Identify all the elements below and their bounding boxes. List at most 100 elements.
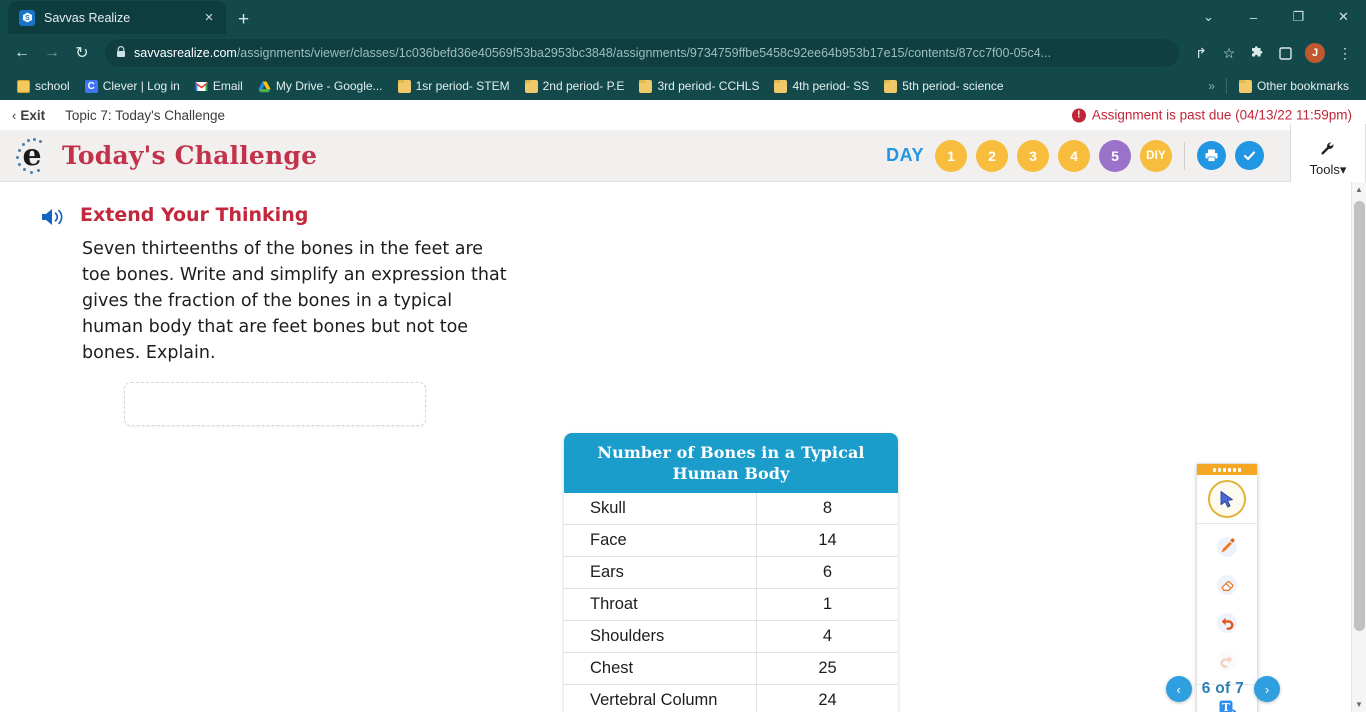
bookmark-item[interactable]: 1sr period- STEM <box>391 77 517 95</box>
bookmark-item[interactable]: Email <box>188 77 250 95</box>
new-tab-button[interactable]: + <box>238 10 249 29</box>
lesson-content: Extend Your Thinking Seven thirteenths o… <box>0 182 1366 712</box>
side-panel-icon[interactable] <box>1272 40 1298 66</box>
menu-icon[interactable]: ⋮ <box>1332 40 1358 66</box>
scroll-up-icon[interactable]: ▲ <box>1352 182 1366 197</box>
scrollbar-track[interactable] <box>1352 197 1366 697</box>
close-icon[interactable]: × <box>200 10 218 25</box>
lesson-toolbar: e Today's Challenge DAY 1 2 3 4 5 DIY To… <box>0 124 1366 196</box>
table-row: Face 14 <box>564 525 898 558</box>
undo-tool-icon[interactable] <box>1207 605 1247 641</box>
bone-count-cell: 24 <box>757 685 898 712</box>
folder-icon <box>397 79 411 93</box>
select-tool-icon[interactable] <box>1208 480 1246 518</box>
bookmark-item[interactable]: 5th period- science <box>877 77 1010 95</box>
minimize-button[interactable]: – <box>1231 0 1276 34</box>
browser-chrome: S Savvas Realize × + ⌄ – ❐ ✕ ← → ↻ savva… <box>0 0 1366 100</box>
bone-count-cell: 1 <box>757 589 898 622</box>
print-icon[interactable] <box>1197 141 1226 170</box>
svg-text:S: S <box>25 15 30 22</box>
body-part-cell: Chest <box>564 653 757 686</box>
exit-button[interactable]: ‹ Exit <box>12 108 45 123</box>
bookmark-star-icon[interactable]: ☆ <box>1216 40 1242 66</box>
bookmark-item[interactable]: school <box>10 77 77 95</box>
bone-count-cell: 14 <box>757 525 898 558</box>
next-page-button[interactable]: › <box>1254 676 1280 702</box>
past-due-text: Assignment is past due (04/13/22 11:59pm… <box>1091 107 1352 123</box>
page-indicator: 6 of 7 <box>1201 680 1244 697</box>
prev-page-button[interactable]: ‹ <box>1165 676 1192 702</box>
browser-toolbar: ← → ↻ savvasrealize.com/assignments/view… <box>0 34 1366 72</box>
gmail-icon <box>194 80 208 93</box>
svg-text:T: T <box>1222 701 1231 712</box>
body-part-cell: Shoulders <box>564 621 757 654</box>
question-heading-row: Extend Your Thinking <box>40 204 510 232</box>
table-row: Skull 8 <box>564 493 898 526</box>
bookmark-label: 4th period- SS <box>792 79 870 93</box>
other-bookmarks-button[interactable]: Other bookmarks <box>1232 77 1356 95</box>
drawing-tool-palette: T <box>1196 463 1258 712</box>
note-icon <box>17 79 30 93</box>
tab-strip: S Savvas Realize × + ⌄ – ❐ ✕ <box>0 0 1366 34</box>
folder-icon <box>774 79 788 93</box>
profile-avatar[interactable]: J <box>1305 43 1325 63</box>
envision-letter: e <box>22 137 42 173</box>
day-button-1[interactable]: 1 <box>935 139 967 172</box>
answer-input[interactable] <box>124 382 426 427</box>
page-title: Today's Challenge <box>62 141 318 170</box>
redo-tool-icon[interactable] <box>1207 643 1247 679</box>
palette-drag-handle[interactable] <box>1197 464 1257 475</box>
pencil-tool-icon[interactable] <box>1207 529 1247 565</box>
bone-count-cell: 25 <box>757 653 898 686</box>
palette-group-draw <box>1197 524 1257 685</box>
day-button-4[interactable]: 4 <box>1058 139 1090 172</box>
day-label: DAY <box>886 145 924 165</box>
envision-logo-icon: e <box>14 137 50 174</box>
url-domain: savvasrealize.com <box>134 46 237 60</box>
body-part-cell: Throat <box>564 589 757 622</box>
scroll-down-icon[interactable]: ▼ <box>1352 697 1366 712</box>
bookmark-item[interactable]: My Drive - Google... <box>251 77 390 95</box>
bookmark-item[interactable]: 3rd period- CCHLS <box>632 77 766 95</box>
body-part-cell: Ears <box>564 557 757 590</box>
eraser-tool-icon[interactable] <box>1207 567 1247 603</box>
forward-icon[interactable]: → <box>38 39 66 67</box>
bookmark-item[interactable]: C Clever | Log in <box>78 77 187 95</box>
page-navigation: ‹ 6 of 7 › <box>1165 676 1280 702</box>
day-button-5[interactable]: 5 <box>1099 139 1131 172</box>
speaker-icon[interactable] <box>40 207 68 232</box>
bookmark-label: Clever | Log in <box>102 79 180 93</box>
bookmark-item[interactable]: 2nd period- P.E <box>518 77 632 95</box>
folder-icon <box>639 79 653 93</box>
day-button-2[interactable]: 2 <box>976 139 1008 172</box>
share-icon[interactable]: ↱ <box>1188 40 1214 66</box>
bookmark-item[interactable]: 4th period- SS <box>767 77 876 95</box>
bone-count-cell: 8 <box>757 493 898 526</box>
question-title: Extend Your Thinking <box>80 204 309 226</box>
bookmark-label: Email <box>212 79 243 93</box>
day-button-diy[interactable]: DIY <box>1140 139 1172 172</box>
assignment-header: ‹ Exit Topic 7: Today's Challenge ! Assi… <box>0 100 1366 130</box>
wrench-icon <box>1320 141 1336 160</box>
tools-label: Tools▾ <box>1309 162 1347 177</box>
content-scrollbar[interactable]: ▲ ▼ <box>1351 182 1366 712</box>
caret-down-icon: ▾ <box>1339 162 1347 177</box>
maximize-button[interactable]: ❐ <box>1276 0 1321 34</box>
table-row: Shoulders 4 <box>564 621 898 654</box>
alert-icon: ! <box>1071 108 1086 122</box>
day-button-3[interactable]: 3 <box>1017 139 1049 172</box>
check-icon[interactable] <box>1235 141 1264 170</box>
scrollbar-thumb[interactable] <box>1354 201 1365 631</box>
bookmarks-overflow-button[interactable]: » <box>1202 79 1221 93</box>
reload-icon[interactable]: ↻ <box>68 39 96 67</box>
address-bar[interactable]: savvasrealize.com/assignments/viewer/cla… <box>105 39 1179 67</box>
past-due-banner: ! Assignment is past due (04/13/22 11:59… <box>1071 107 1352 123</box>
folder-icon <box>884 79 898 93</box>
chevron-down-icon[interactable]: ⌄ <box>1186 0 1231 34</box>
back-icon[interactable]: ← <box>8 39 36 67</box>
close-window-button[interactable]: ✕ <box>1321 0 1366 34</box>
chevron-left-icon: ‹ <box>12 107 17 123</box>
browser-tab[interactable]: S Savvas Realize × <box>8 1 226 34</box>
extensions-icon[interactable] <box>1244 40 1270 66</box>
body-part-cell: Skull <box>564 493 757 526</box>
